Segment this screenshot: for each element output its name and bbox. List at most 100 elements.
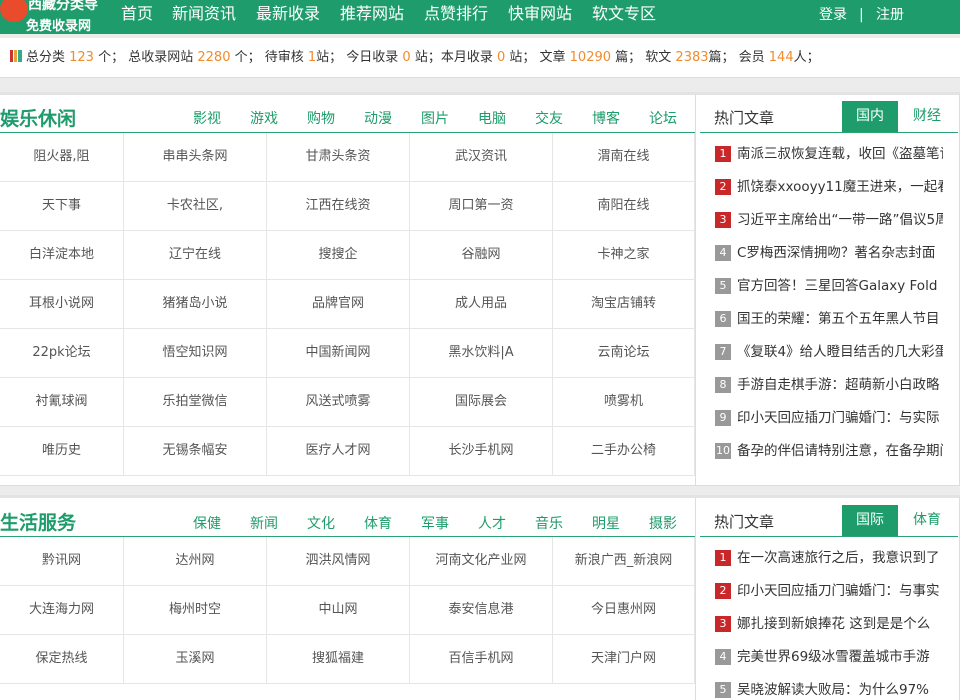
nav-news[interactable]: 新闻资讯 (172, 4, 236, 24)
hot-article-item[interactable]: 3 娜扎接到新娘捧花 这到是是个么 (715, 614, 943, 634)
hot-article-item[interactable]: 4 完美世界69级冰雪覆盖城市手游 (715, 647, 943, 667)
hot-article-item[interactable]: 1 南派三叔恢复连载，收回《盗墓笔记》版权 (715, 144, 943, 164)
site-link[interactable]: 玉溪网 (124, 635, 267, 684)
site-link[interactable]: 卡神之家 (553, 231, 695, 280)
site-link[interactable]: 无锡条幅安 (124, 427, 267, 476)
site-link[interactable]: 辽宁在线 (124, 231, 267, 280)
site-link[interactable]: 白洋淀本地 (0, 231, 124, 280)
tab-sports[interactable]: 体育 (897, 505, 957, 536)
category-tab[interactable]: 影视 (193, 108, 221, 128)
site-link[interactable]: 南阳在线 (553, 182, 695, 231)
tab-international[interactable]: 国际 (842, 505, 898, 536)
nav-home[interactable]: 首页 (121, 4, 153, 24)
nav-latest[interactable]: 最新收录 (256, 4, 320, 24)
nav-quick-review[interactable]: 快审网站 (508, 4, 572, 24)
site-link[interactable]: 谷融网 (410, 231, 553, 280)
site-link[interactable]: 长沙手机网 (410, 427, 553, 476)
site-link[interactable]: 悟空知识网 (124, 329, 267, 378)
register-link[interactable]: 注册 (876, 6, 904, 24)
nav-ranking[interactable]: 点赞排行 (424, 4, 488, 24)
site-link[interactable]: 品牌官网 (267, 280, 410, 329)
site-link[interactable]: 天津门户网 (553, 635, 695, 684)
site-link[interactable]: 22pk论坛 (0, 329, 124, 378)
hot-article-item[interactable]: 5 官方回答！三星回答Galaxy Fold (715, 276, 943, 296)
site-link[interactable]: 猪猪岛小说 (124, 280, 267, 329)
site-link[interactable]: 搜搜企 (267, 231, 410, 280)
category-tab[interactable]: 人才 (478, 513, 506, 533)
site-link[interactable]: 江西在线资 (267, 182, 410, 231)
category-tab[interactable]: 明星 (592, 513, 620, 533)
category-tab[interactable]: 音乐 (535, 513, 563, 533)
site-link[interactable]: 渭南在线 (553, 133, 695, 182)
site-link[interactable]: 天下事 (0, 182, 124, 231)
hot-article-item[interactable]: 7 《复联4》给人瞪目结舌的几大彩蛋 (715, 342, 943, 362)
category-tab[interactable]: 博客 (592, 108, 620, 128)
site-link[interactable]: 搜狐福建 (267, 635, 410, 684)
site-link[interactable]: 泗洪风情网 (267, 537, 410, 586)
category-tab[interactable]: 交友 (535, 108, 563, 128)
site-link[interactable]: 医疗人才网 (267, 427, 410, 476)
site-link[interactable]: 中山网 (267, 586, 410, 635)
site-link[interactable]: 串串头条网 (124, 133, 267, 182)
site-link[interactable]: 风送式喷雾 (267, 378, 410, 427)
site-link[interactable]: 梅州时空 (124, 586, 267, 635)
hot-article-item[interactable]: 1 在一次高速旅行之后，我意识到了 (715, 548, 943, 568)
site-link[interactable]: 衬氰球阀 (0, 378, 124, 427)
site-link[interactable]: 中国新闻网 (267, 329, 410, 378)
tab-finance[interactable]: 财经 (897, 101, 957, 132)
site-link[interactable]: 二手办公椅 (553, 427, 695, 476)
hot-article-item[interactable]: 9 印小天回应插刀门骗婚门：与实际 (715, 408, 943, 428)
category-tab[interactable]: 摄影 (649, 513, 677, 533)
site-link[interactable]: 乐拍堂微信 (124, 378, 267, 427)
site-link[interactable]: 淘宝店铺转 (553, 280, 695, 329)
category-tab[interactable]: 游戏 (250, 108, 278, 128)
site-link[interactable]: 唯历史 (0, 427, 124, 476)
site-link[interactable]: 耳根小说网 (0, 280, 124, 329)
site-link[interactable]: 大连海力网 (0, 586, 124, 635)
site-link[interactable]: 黔讯网 (0, 537, 124, 586)
category-tab[interactable]: 文化 (307, 513, 335, 533)
category-tab[interactable]: 新闻 (250, 513, 278, 533)
category-tab[interactable]: 军事 (421, 513, 449, 533)
hot-article-item[interactable]: 3 习近平主席给出“一带一路”倡议5周年 (715, 210, 943, 230)
category-tab[interactable]: 保健 (193, 513, 221, 533)
site-link[interactable]: 百信手机网 (410, 635, 553, 684)
category-tab[interactable]: 论坛 (649, 108, 677, 128)
hot-article-item[interactable]: 4 C罗梅西深情拥吻？著名杂志封面 (715, 243, 943, 263)
hot-article-item[interactable]: 6 国王的荣耀：第五个五年黑人节目 (715, 309, 943, 329)
site-link[interactable]: 卡农社区, (124, 182, 267, 231)
category-tab[interactable]: 体育 (364, 513, 392, 533)
site-link[interactable]: 今日惠州网 (553, 586, 695, 635)
category-tab[interactable]: 动漫 (364, 108, 392, 128)
nav-soft-articles[interactable]: 软文专区 (592, 4, 656, 24)
hot-article-title: 备孕的伴侣请特别注意，在备孕期间 (737, 443, 943, 459)
hot-article-item[interactable]: 2 印小天回应插刀门骗婚门：与事实 (715, 581, 943, 601)
site-link[interactable]: 周口第一资 (410, 182, 553, 231)
login-link[interactable]: 登录 (819, 6, 847, 24)
site-link[interactable]: 新浪广西_新浪网 (553, 537, 695, 586)
site-link[interactable]: 甘肃头条资 (267, 133, 410, 182)
site-link[interactable]: 成人用品 (410, 280, 553, 329)
site-link[interactable]: 武汉资讯 (410, 133, 553, 182)
hot-divider (700, 536, 958, 537)
site-logo[interactable]: 西藏分类导 免费收录网 (0, 0, 108, 34)
category-tab[interactable]: 图片 (421, 108, 449, 128)
hot-article-item[interactable]: 8 手游自走棋手游：超萌新小白政略 (715, 375, 943, 395)
hot-article-item[interactable]: 10 备孕的伴侣请特别注意，在备孕期间 (715, 441, 943, 461)
category-tab[interactable]: 电脑 (478, 108, 506, 128)
site-link[interactable]: 阻火器,阻 (0, 133, 124, 182)
site-link[interactable]: 黑水饮料|A (410, 329, 553, 378)
site-link[interactable]: 达州网 (124, 537, 267, 586)
site-link[interactable]: 云南论坛 (553, 329, 695, 378)
site-link[interactable]: 喷雾机 (553, 378, 695, 427)
site-link[interactable]: 保定热线 (0, 635, 124, 684)
hot-article-item[interactable]: 2 抓饶泰xxooyy11魔王进来，一起看看 (715, 177, 943, 197)
nav-recommended[interactable]: 推荐网站 (340, 4, 404, 24)
site-link[interactable]: 泰安信息港 (410, 586, 553, 635)
hot-article-item[interactable]: 5 吴晓波解读大败局：为什么97% (715, 680, 943, 700)
site-link[interactable]: 河南文化产业网 (410, 537, 553, 586)
hot-article-title: 娜扎接到新娘捧花 这到是是个么 (737, 616, 931, 632)
category-tab[interactable]: 购物 (307, 108, 335, 128)
tab-domestic[interactable]: 国内 (842, 101, 898, 132)
site-link[interactable]: 国际展会 (410, 378, 553, 427)
